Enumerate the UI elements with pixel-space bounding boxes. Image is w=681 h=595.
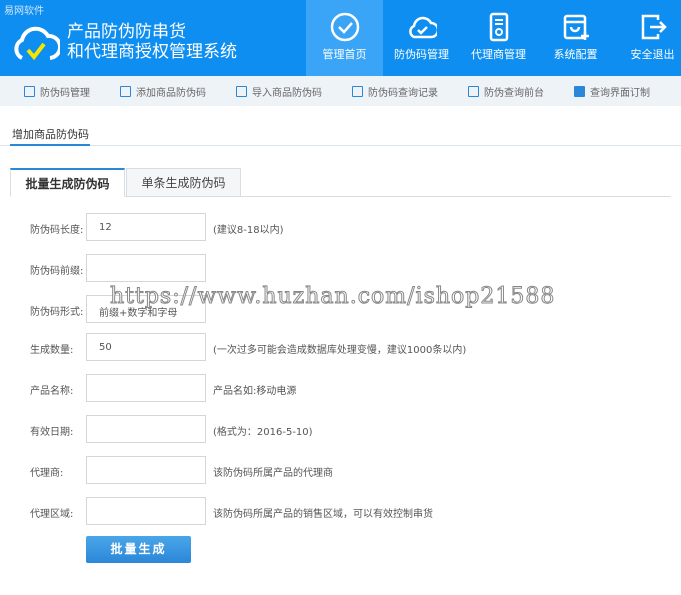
brand-label: 易网软件 <box>4 6 44 17</box>
batch-generate-button[interactable]: 批量生成 <box>86 536 191 563</box>
field-hint: 该防伪码所属产品的销售区域，可以有效控制串货 <box>213 509 433 520</box>
cloud-logo-icon <box>14 26 60 61</box>
form-row-region: 代理区域: 该防伪码所属产品的销售区域，可以有效控制串货 <box>0 497 681 525</box>
code-prefix-input[interactable] <box>86 254 206 282</box>
field-hint: (一次过多可能会造成数据库处理变慢，建议1000条以内) <box>213 345 467 356</box>
field-label: 防伪码形式: <box>30 307 84 318</box>
tab-single-generate[interactable]: 单条生成防伪码 <box>126 168 241 197</box>
box-plus-icon <box>563 14 589 40</box>
form-row-length: 防伪码长度: 12 (建议8-18以内) <box>0 213 681 241</box>
quantity-input[interactable]: 50 <box>86 333 206 361</box>
divider <box>0 145 681 146</box>
app-title: 产品防伪防串货 和代理商授权管理系统 <box>67 22 237 62</box>
nav-system-config[interactable]: 系统配置 <box>537 0 614 76</box>
header: 易网软件 产品防伪防串货 和代理商授权管理系统 管理首页 防伪码管理 代理商管理 … <box>0 0 681 76</box>
subnav-add-code[interactable]: 添加商品防伪码 <box>120 84 206 99</box>
form-row-date: 有效日期: (格式为：2016-5-10) <box>0 415 681 443</box>
nav-agent-management[interactable]: 代理商管理 <box>460 0 537 76</box>
subnav-code-management[interactable]: 防伪码管理 <box>24 84 90 99</box>
agent-input[interactable] <box>86 456 206 484</box>
tab-bar: 批量生成防伪码 单条生成防伪码 <box>10 168 671 197</box>
section-underline <box>10 144 90 146</box>
page-search-icon <box>468 85 479 97</box>
watermark: https://www.huzhan.com/ishop21588 <box>109 284 556 310</box>
form-row-product: 产品名称: 产品名如:移动电源 <box>0 374 681 402</box>
field-hint: (格式为：2016-5-10) <box>213 427 313 438</box>
download-icon <box>236 85 247 97</box>
form-row-agent: 代理商: 该防伪码所属产品的代理商 <box>0 456 681 484</box>
subnav-query-records[interactable]: 防伪码查询记录 <box>352 84 438 99</box>
field-label: 防伪码长度: <box>30 225 84 236</box>
main-nav: 管理首页 防伪码管理 代理商管理 系统配置 安全退出 <box>306 0 681 76</box>
subnav-query-frontend[interactable]: 防伪查询前台 <box>468 84 544 99</box>
cloud-check-icon <box>408 16 437 39</box>
field-hint: 产品名如:移动电源 <box>213 386 297 397</box>
field-label: 代理商: <box>30 468 64 479</box>
section-title: 增加商品防伪码 <box>12 128 89 141</box>
field-label: 生成数量: <box>30 345 74 356</box>
edit-icon <box>120 85 131 97</box>
subnav-import-code[interactable]: 导入商品防伪码 <box>236 84 322 99</box>
tshirt-icon <box>574 85 585 97</box>
field-label: 代理区域: <box>30 509 74 520</box>
check-circle-icon <box>330 12 359 42</box>
code-length-input[interactable]: 12 <box>86 213 206 241</box>
nav-logout[interactable]: 安全退出 <box>614 0 681 76</box>
field-hint: 该防伪码所属产品的代理商 <box>213 468 333 479</box>
form-row-quantity: 生成数量: 50 (一次过多可能会造成数据库处理变慢，建议1000条以内) <box>0 333 681 361</box>
field-label: 防伪码前缀: <box>30 266 84 277</box>
logout-icon <box>641 14 667 40</box>
field-label: 产品名称: <box>30 386 74 397</box>
form-row-prefix: 防伪码前缀: <box>0 254 681 282</box>
list-icon <box>352 85 363 97</box>
nav-home[interactable]: 管理首页 <box>306 0 383 76</box>
region-input[interactable] <box>86 497 206 525</box>
field-label: 有效日期: <box>30 427 74 438</box>
certificate-icon <box>489 12 508 42</box>
valid-date-input[interactable] <box>86 415 206 443</box>
tab-batch-generate[interactable]: 批量生成防伪码 <box>10 168 125 197</box>
field-hint: (建议8-18以内) <box>213 225 284 236</box>
product-name-input[interactable] <box>86 374 206 402</box>
calendar-icon <box>24 85 35 97</box>
subnav-query-ui-custom[interactable]: 查询界面订制 <box>574 84 650 99</box>
nav-code-management[interactable]: 防伪码管理 <box>383 0 460 76</box>
sub-nav: 防伪码管理 添加商品防伪码 导入商品防伪码 防伪码查询记录 防伪查询前台 查询界… <box>0 76 681 106</box>
